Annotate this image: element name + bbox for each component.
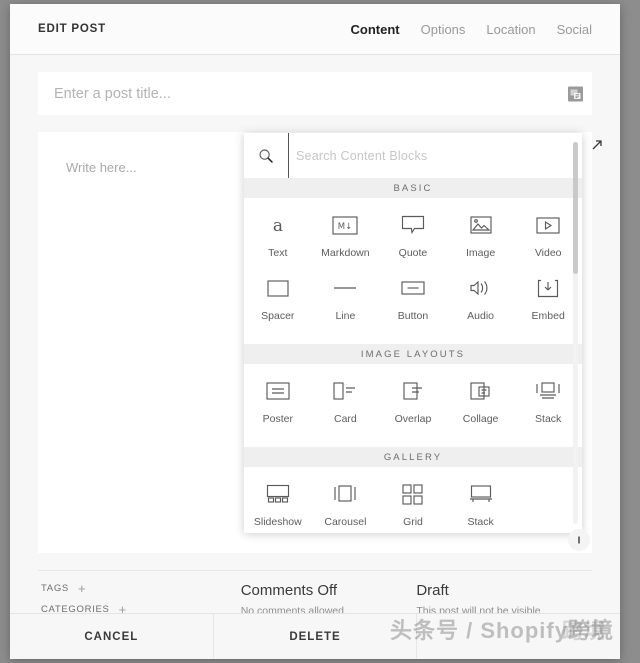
edit-post-modal: EDIT POST Content Options Location Socia…	[10, 4, 620, 659]
block-label: Line	[335, 310, 356, 322]
block-item-spacer[interactable]: Spacer	[244, 275, 312, 322]
embed-download-icon	[531, 275, 565, 301]
carousel-icon	[328, 481, 362, 507]
tags-label: TAGS	[41, 583, 69, 594]
video-play-icon	[531, 212, 565, 238]
tab-bar: Content Options Location Social	[351, 22, 593, 37]
expand-arrow-icon[interactable]	[590, 138, 604, 152]
block-label: Grid	[403, 516, 423, 528]
svg-text:a: a	[273, 216, 283, 236]
block-label: Quote	[398, 247, 428, 259]
block-item-grid[interactable]: Grid	[379, 481, 447, 528]
block-label: Text	[268, 247, 288, 259]
tags-row[interactable]: TAGS +	[41, 582, 241, 595]
collage-icon	[464, 378, 498, 404]
block-grid-basic: a Text M↓ Markdown Quote Image Video Spa…	[244, 198, 582, 344]
tab-options[interactable]: Options	[421, 22, 466, 37]
search-input[interactable]: Search Content Blocks	[288, 133, 568, 178]
tab-social[interactable]: Social	[557, 22, 592, 37]
stack-layout-icon	[531, 378, 565, 404]
save-button[interactable]	[417, 614, 620, 659]
svg-text:M↓: M↓	[338, 222, 352, 232]
modal-header: EDIT POST Content Options Location Socia…	[10, 4, 620, 55]
block-item-stack-gallery[interactable]: Stack	[447, 481, 515, 528]
block-item-card[interactable]: Card	[312, 378, 380, 425]
delete-button[interactable]: DELETE	[214, 614, 418, 659]
block-label: Video	[534, 247, 562, 259]
block-label: Carousel	[324, 516, 367, 528]
ime-keyboard-icon[interactable]	[568, 86, 583, 101]
block-item-text[interactable]: a Text	[244, 212, 312, 259]
stack-gallery-icon	[464, 481, 498, 507]
card-icon	[328, 378, 362, 404]
block-item-image[interactable]: Image	[447, 212, 515, 259]
picker-scrollbar-thumb[interactable]	[573, 142, 578, 274]
block-label: Slideshow	[253, 516, 302, 528]
block-label: Spacer	[261, 310, 295, 322]
block-item-overlap[interactable]: Overlap	[379, 378, 447, 425]
block-item-carousel[interactable]: Carousel	[312, 481, 380, 528]
quote-bubble-icon	[396, 212, 430, 238]
block-item-poster[interactable]: Poster	[244, 378, 312, 425]
letter-a-icon: a	[261, 212, 295, 238]
block-label: Stack	[467, 516, 494, 528]
modal-footer: CANCEL DELETE	[10, 613, 620, 659]
block-item-slideshow[interactable]: Slideshow	[244, 481, 312, 528]
block-label: Embed	[531, 310, 565, 322]
block-label: Collage	[462, 413, 499, 425]
post-title-placeholder: Enter a post title...	[54, 85, 171, 102]
page-title: EDIT POST	[38, 23, 106, 35]
comments-title: Comments Off	[240, 582, 338, 599]
content-block-picker: Search Content Blocks BASIC a Text M↓ Ma…	[244, 133, 582, 533]
block-item-markdown[interactable]: M↓ Markdown	[312, 212, 380, 259]
search-placeholder: Search Content Blocks	[296, 148, 428, 163]
slideshow-icon	[261, 481, 295, 507]
button-icon	[396, 275, 430, 301]
cancel-button[interactable]: CANCEL	[10, 614, 214, 659]
block-item-audio[interactable]: Audio	[447, 275, 515, 322]
block-label: Overlap	[394, 413, 432, 425]
block-item-embed[interactable]: Embed	[514, 275, 582, 322]
block-grid-image-layouts: Poster Card Overlap Collage Stack	[244, 364, 582, 447]
block-search-row[interactable]: Search Content Blocks	[244, 133, 582, 178]
image-icon	[464, 212, 498, 238]
add-tag-button[interactable]: +	[78, 582, 86, 595]
block-label: Button	[397, 310, 429, 322]
audio-speaker-icon	[464, 275, 498, 301]
block-label: Card	[334, 413, 357, 425]
tab-content[interactable]: Content	[351, 22, 400, 37]
block-label: Audio	[467, 310, 494, 322]
status-setting[interactable]: Draft This post will not be visible.	[416, 582, 592, 617]
post-body-placeholder: Write here...	[66, 160, 137, 175]
spacer-box-icon	[261, 275, 295, 301]
block-item-video[interactable]: Video	[514, 212, 582, 259]
block-item-line[interactable]: Line	[312, 275, 380, 322]
block-label: Image	[465, 247, 496, 259]
overlap-icon	[396, 378, 430, 404]
block-item-collage[interactable]: Collage	[447, 378, 515, 425]
search-icon	[258, 148, 274, 164]
grid-icon	[396, 481, 430, 507]
post-title-input[interactable]: Enter a post title...	[38, 72, 592, 115]
section-header-image-layouts: IMAGE LAYOUTS	[244, 344, 582, 364]
picker-scrollbar[interactable]	[573, 142, 578, 524]
block-item-button[interactable]: Button	[379, 275, 447, 322]
section-header-basic: BASIC	[244, 178, 582, 198]
block-item-stack-layout[interactable]: Stack	[514, 378, 582, 425]
block-label: Stack	[535, 413, 562, 425]
poster-icon	[261, 378, 295, 404]
block-label: Poster	[262, 413, 293, 425]
block-grid-gallery: Slideshow Carousel Grid Stack	[244, 467, 582, 533]
block-item-quote[interactable]: Quote	[379, 212, 447, 259]
markdown-icon: M↓	[328, 212, 362, 238]
section-header-gallery: GALLERY	[244, 447, 582, 467]
block-label: Markdown	[321, 247, 370, 259]
status-title: Draft	[416, 582, 449, 599]
tab-location[interactable]: Location	[486, 22, 535, 37]
resize-handle-icon[interactable]	[568, 529, 590, 551]
horizontal-line-icon	[328, 275, 362, 301]
comments-setting[interactable]: Comments Off No comments allowed.	[241, 582, 417, 617]
post-body-editor[interactable]: Write here... Search Content Blocks BASI…	[38, 132, 602, 553]
